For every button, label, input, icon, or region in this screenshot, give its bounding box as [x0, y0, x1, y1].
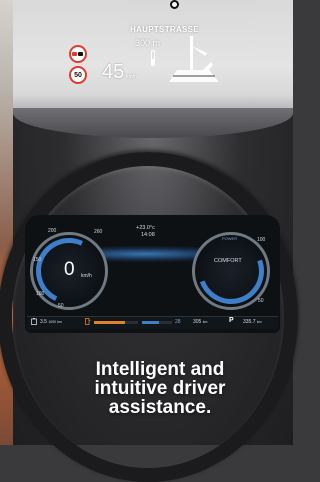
speed-tick: 50 [58, 303, 64, 309]
outside-temperature: +23.0°c [136, 225, 155, 231]
fuel-pump-icon [85, 318, 91, 325]
speed-limit-sign: 50 [69, 66, 87, 84]
speed-tick: 100 [36, 291, 45, 297]
speed-readout-unit: km/h [81, 273, 92, 279]
battery-icon [31, 318, 37, 325]
clock: 14:08 [141, 232, 155, 238]
odometer-unit: 1000 km [48, 320, 62, 324]
hud-distance-value: 300 [135, 38, 151, 48]
power-tick: 50 [258, 298, 264, 304]
drive-mode: COMFORT [214, 258, 242, 264]
total-range-value: 305 [193, 319, 202, 325]
total-range-unit: km [202, 320, 208, 324]
odometer-value: 3.5 [40, 319, 47, 325]
headline: Intelligent and intuitive driver assista… [40, 360, 280, 417]
no-overtaking-sign-icon [69, 45, 87, 63]
power-tick: 100 [257, 237, 266, 243]
trip-distance: 335.7 km [243, 319, 262, 325]
headline-line-3: assistance. [108, 397, 212, 418]
speed-tick: 200 [48, 228, 57, 234]
hud-turn-arrow-icon [169, 36, 219, 82]
total-range: 305 km [193, 319, 207, 325]
trip-distance-value: 335.7 [243, 319, 256, 325]
speed-tick: 150 [33, 257, 42, 263]
speed-tick: 260 [94, 229, 103, 235]
headline-line-1: Intelligent and [95, 359, 225, 380]
park-indicator: P [229, 317, 234, 324]
drive-mode-label: POWER [222, 236, 238, 241]
trip-distance-unit: km [256, 320, 262, 324]
headline-line-2: intuitive driver [94, 378, 226, 399]
energy-bar [94, 321, 138, 324]
hud-speed-value: 45 [102, 61, 125, 83]
electric-bar [142, 321, 172, 324]
speed-readout: 0 [64, 259, 75, 280]
hud-distance-unit: m [152, 38, 161, 48]
odometer: 3.5 1000 km [40, 319, 62, 325]
hud-distance-bar [151, 50, 155, 66]
hud-distance: 300 m [135, 38, 160, 48]
electric-range: 28 [175, 319, 181, 325]
hud-callout-marker [170, 0, 179, 9]
hud-speed-unit: km/h [126, 74, 137, 80]
